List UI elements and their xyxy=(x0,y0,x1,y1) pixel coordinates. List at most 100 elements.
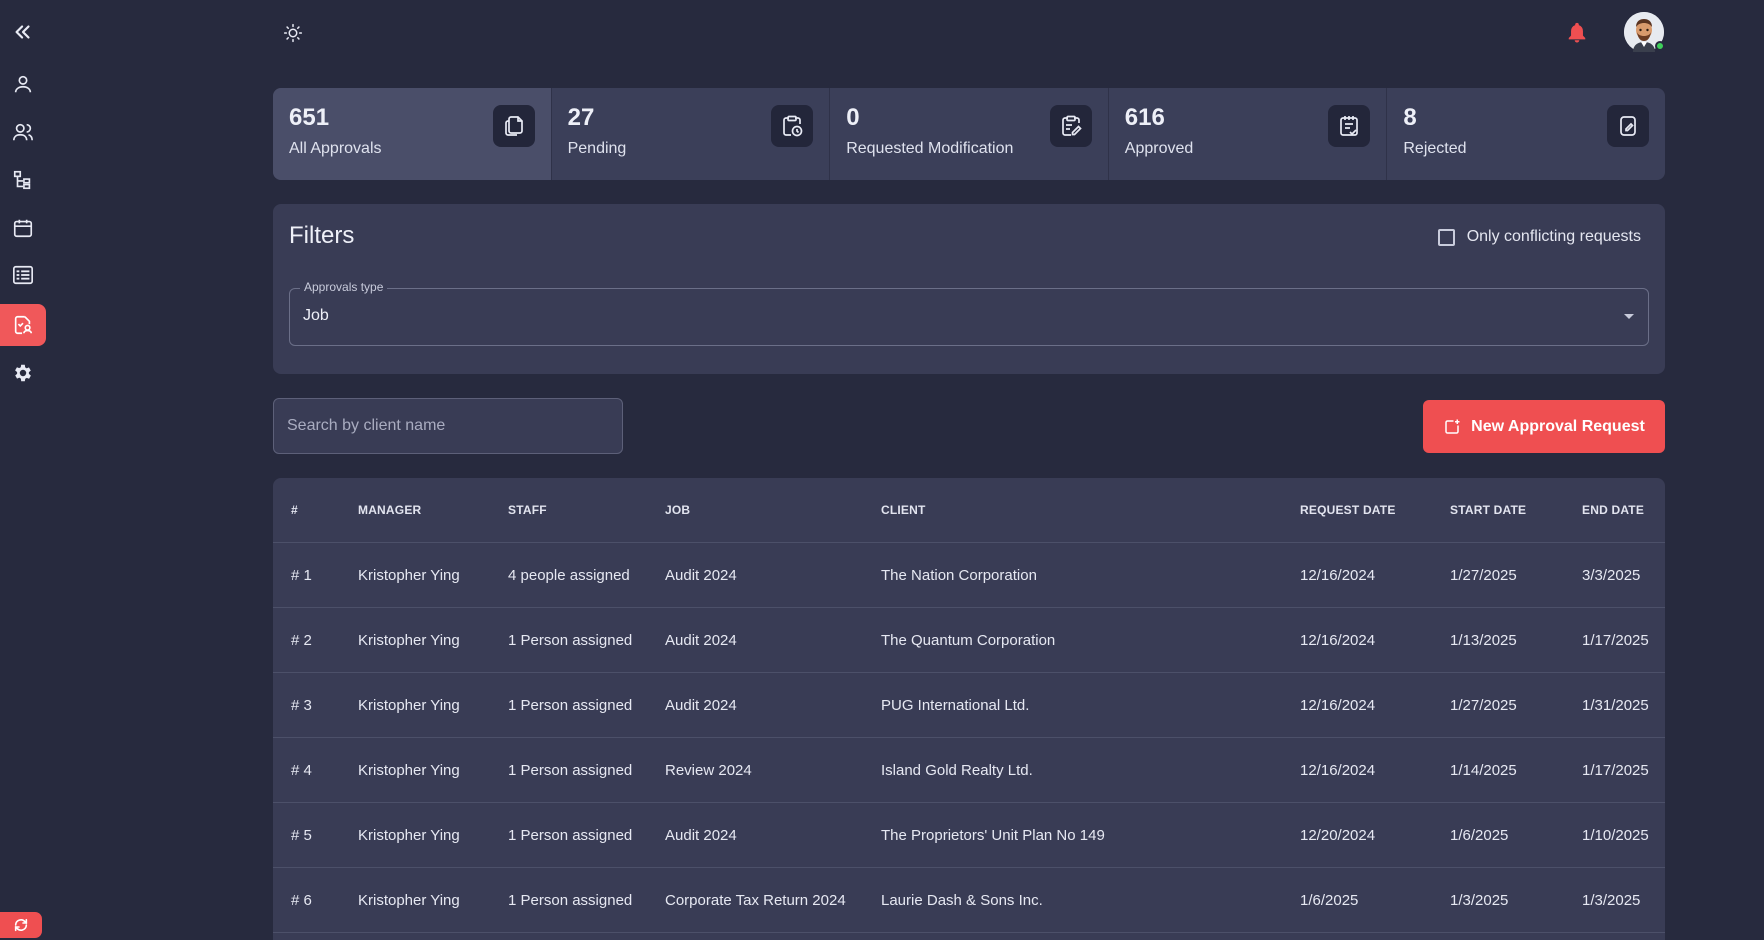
cell-end-date: 1/10/2025 xyxy=(1582,826,1649,844)
cell-client: Island Gold Realty Ltd. xyxy=(881,761,1033,779)
cell-end-date: 1/31/2025 xyxy=(1582,696,1649,714)
cell-job: Audit 2024 xyxy=(665,631,737,649)
cell-manager: Kristopher Ying xyxy=(358,826,460,844)
cell-staff: 1 Person assigned xyxy=(508,761,633,779)
cell-number: # 1 xyxy=(291,566,312,584)
table-row[interactable]: # 3 Kristopher Ying 1 Person assigned Au… xyxy=(273,673,1665,738)
cell-end-date: 1/17/2025 xyxy=(1582,761,1649,779)
column-header-start-date[interactable]: START DATE xyxy=(1450,478,1526,542)
filters-title: Filters xyxy=(289,222,355,249)
cell-staff: 1 Person assigned xyxy=(508,631,633,649)
approvals-type-value: Job xyxy=(303,307,329,324)
cell-number: # 6 xyxy=(291,891,312,909)
cell-job: Audit 2024 xyxy=(665,696,737,714)
clipboard-clock-icon xyxy=(783,115,803,137)
cell-manager: Kristopher Ying xyxy=(358,631,460,649)
sidebar xyxy=(0,0,46,940)
cell-end-date: 1/17/2025 xyxy=(1582,631,1649,649)
column-header-client[interactable]: CLIENT xyxy=(881,478,926,542)
conflicting-requests-toggle[interactable]: Only conflicting requests xyxy=(1437,228,1641,246)
stat-icon-box xyxy=(1606,105,1649,147)
table-row[interactable]: # 6 Kristopher Ying 1 Person assigned Co… xyxy=(273,868,1665,933)
cell-request-date: 1/6/2025 xyxy=(1300,891,1359,909)
online-status-dot xyxy=(1655,41,1665,51)
column-header-request-date[interactable]: REQUEST DATE xyxy=(1300,478,1396,542)
new-approval-request-label: New Approval Request xyxy=(1471,417,1645,435)
new-approval-request-button[interactable]: New Approval Request xyxy=(1423,400,1665,453)
filters-panel: Filters Only conflicting requests Approv… xyxy=(273,204,1665,374)
cell-job: Corporate Tax Return 2024 xyxy=(665,891,846,909)
stat-card-approved[interactable]: 616 Approved xyxy=(1109,88,1388,180)
cell-staff: 1 Person assigned xyxy=(508,696,633,714)
cell-staff: 4 people assigned xyxy=(508,566,630,584)
document-edit-icon xyxy=(1620,116,1636,136)
approvals-table: # MANAGER STAFF JOB CLIENT REQUEST DATE … xyxy=(273,478,1665,940)
cell-number: # 3 xyxy=(291,696,312,714)
copy-documents-icon xyxy=(504,116,523,136)
stat-card-rejected[interactable]: 8 Rejected xyxy=(1387,88,1665,180)
table-row[interactable]: # 5 Kristopher Ying 1 Person assigned Au… xyxy=(273,803,1665,868)
table-row[interactable]: # 4 Kristopher Ying 1 Person assigned Re… xyxy=(273,738,1665,803)
cell-number: # 4 xyxy=(291,761,312,779)
approvals-type-label: Approvals type xyxy=(300,280,388,294)
sidebar-item-approvals[interactable] xyxy=(0,304,46,346)
add-note-icon xyxy=(1445,419,1460,434)
stat-card-requested-modification[interactable]: 0 Requested Modification xyxy=(830,88,1109,180)
theme-toggle-button[interactable] xyxy=(280,20,306,46)
refresh-button[interactable] xyxy=(0,912,42,938)
clipboard-edit-icon xyxy=(1061,115,1082,136)
table-row[interactable]: # 1 Kristopher Ying 4 people assigned Au… xyxy=(273,543,1665,608)
bell-icon xyxy=(1568,22,1586,43)
notes-check-icon xyxy=(1340,116,1359,136)
cell-manager: Kristopher Ying xyxy=(358,891,460,909)
cell-staff: 1 Person assigned xyxy=(508,826,633,844)
cell-job: Audit 2024 xyxy=(665,566,737,584)
stat-card-all-approvals[interactable]: 651 All Approvals xyxy=(273,88,552,180)
user-avatar[interactable] xyxy=(1624,12,1665,52)
stat-card-pending[interactable]: 27 Pending xyxy=(552,88,831,180)
sidebar-item-calendar[interactable] xyxy=(0,207,46,249)
sidebar-item-list[interactable] xyxy=(0,254,46,296)
cell-end-date: 1/3/2025 xyxy=(1582,891,1641,909)
approvals-type-select[interactable]: Approvals type Job xyxy=(289,280,1649,346)
cell-client: The Quantum Corporation xyxy=(881,631,1056,649)
column-header-end-date[interactable]: END DATE xyxy=(1582,478,1644,542)
cell-request-date: 12/16/2024 xyxy=(1300,631,1376,649)
cell-client: The Proprietors' Unit Plan No 149 xyxy=(881,826,1105,844)
stat-icon-box xyxy=(1328,105,1371,147)
sidebar-item-team[interactable] xyxy=(0,111,46,153)
column-header-manager[interactable]: MANAGER xyxy=(358,478,421,542)
conflicting-requests-checkbox[interactable] xyxy=(1437,228,1455,246)
cell-start-date: 1/27/2025 xyxy=(1450,696,1517,714)
double-chevron-left-icon xyxy=(15,25,30,39)
cell-staff: 1 Person assigned xyxy=(508,891,633,909)
sidebar-item-profile[interactable] xyxy=(0,63,46,105)
caret-down-icon xyxy=(1624,314,1634,319)
gear-icon xyxy=(15,364,31,382)
cell-number: # 2 xyxy=(291,631,312,649)
column-header-job[interactable]: JOB xyxy=(665,478,690,542)
column-header-staff[interactable]: STAFF xyxy=(508,478,547,542)
approval-stats: 651 All Approvals 27 Pending 0 Requested… xyxy=(273,88,1665,180)
table-header-row: # MANAGER STAFF JOB CLIENT REQUEST DATE … xyxy=(273,478,1665,543)
cell-request-date: 12/16/2024 xyxy=(1300,761,1376,779)
client-search-input[interactable] xyxy=(273,398,623,454)
cell-number: # 5 xyxy=(291,826,312,844)
refresh-icon xyxy=(14,918,28,932)
cell-end-date: 3/3/2025 xyxy=(1582,566,1641,584)
notifications-button[interactable] xyxy=(1564,18,1590,46)
cell-manager: Kristopher Ying xyxy=(358,761,460,779)
users-icon xyxy=(13,123,33,141)
collapse-sidebar-button[interactable] xyxy=(0,11,46,53)
column-header-number[interactable]: # xyxy=(291,478,298,542)
sun-icon xyxy=(283,23,303,43)
sidebar-item-hierarchy[interactable] xyxy=(0,159,46,201)
cell-job: Audit 2024 xyxy=(665,826,737,844)
table-row[interactable]: # 2 Kristopher Ying 1 Person assigned Au… xyxy=(273,608,1665,673)
cell-request-date: 12/16/2024 xyxy=(1300,696,1376,714)
conflicting-requests-label: Only conflicting requests xyxy=(1466,228,1641,245)
list-table-icon xyxy=(13,265,33,285)
cell-manager: Kristopher Ying xyxy=(358,696,460,714)
sidebar-item-settings[interactable] xyxy=(0,352,46,394)
calendar-icon xyxy=(13,219,33,238)
